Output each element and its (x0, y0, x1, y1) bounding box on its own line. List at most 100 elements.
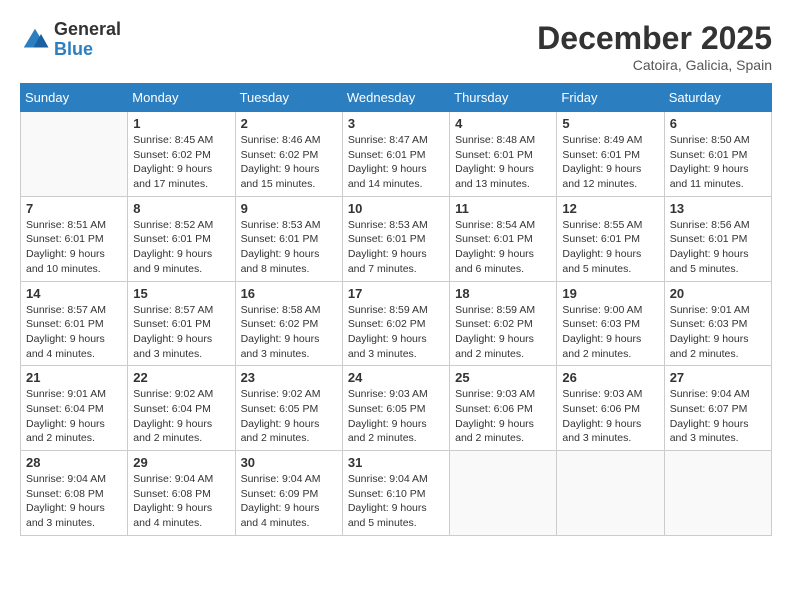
day-info: Sunrise: 9:04 AMSunset: 6:08 PMDaylight:… (26, 472, 122, 531)
calendar-week: 1 Sunrise: 8:45 AMSunset: 6:02 PMDaylight… (21, 112, 772, 197)
day-number: 7 (26, 201, 122, 216)
logo-text: General Blue (54, 20, 121, 60)
calendar-body: 1 Sunrise: 8:45 AMSunset: 6:02 PMDaylight… (21, 112, 772, 536)
title-section: December 2025 Catoira, Galicia, Spain (537, 20, 772, 73)
day-number: 12 (562, 201, 658, 216)
day-info: Sunrise: 9:02 AMSunset: 6:05 PMDaylight:… (241, 387, 337, 446)
calendar-cell: 1 Sunrise: 8:45 AMSunset: 6:02 PMDaylight… (128, 112, 235, 197)
weekday-header: Thursday (450, 84, 557, 112)
logo-general: General (54, 19, 121, 39)
day-number: 21 (26, 370, 122, 385)
day-info: Sunrise: 8:55 AMSunset: 6:01 PMDaylight:… (562, 218, 658, 277)
day-number: 2 (241, 116, 337, 131)
calendar-cell: 18Sunrise: 8:59 AMSunset: 6:02 PMDayligh… (450, 281, 557, 366)
day-info: Sunrise: 8:48 AMSunset: 6:01 PMDaylight:… (455, 133, 551, 192)
day-info: Sunrise: 8:53 AMSunset: 6:01 PMDaylight:… (348, 218, 444, 277)
day-number: 30 (241, 455, 337, 470)
calendar-cell: 28 Sunrise: 9:04 AMSunset: 6:08 PMDayligh… (21, 451, 128, 536)
day-number: 11 (455, 201, 551, 216)
day-info: Sunrise: 9:03 AMSunset: 6:06 PMDaylight:… (455, 387, 551, 446)
header: General Blue December 2025 Catoira, Gali… (20, 20, 772, 73)
calendar-cell: 16Sunrise: 8:58 AMSunset: 6:02 PMDayligh… (235, 281, 342, 366)
day-info: Sunrise: 9:03 AMSunset: 6:06 PMDaylight:… (562, 387, 658, 446)
calendar-header: SundayMondayTuesdayWednesdayThursdayFrid… (21, 84, 772, 112)
logo: General Blue (20, 20, 121, 60)
day-info: Sunrise: 8:45 AMSunset: 6:02 PMDaylight:… (133, 133, 229, 192)
day-info: Sunrise: 8:46 AMSunset: 6:02 PMDaylight:… (241, 133, 337, 192)
day-info: Sunrise: 9:04 AMSunset: 6:10 PMDaylight:… (348, 472, 444, 531)
calendar-cell: 2 Sunrise: 8:46 AMSunset: 6:02 PMDaylight… (235, 112, 342, 197)
day-info: Sunrise: 8:56 AMSunset: 6:01 PMDaylight:… (670, 218, 766, 277)
calendar-cell: 26 Sunrise: 9:03 AMSunset: 6:06 PMDayligh… (557, 366, 664, 451)
day-number: 3 (348, 116, 444, 131)
day-number: 6 (670, 116, 766, 131)
calendar-cell: 19 Sunrise: 9:00 AMSunset: 6:03 PMDayligh… (557, 281, 664, 366)
calendar-cell: 9 Sunrise: 8:53 AMSunset: 6:01 PMDaylight… (235, 196, 342, 281)
day-number: 27 (670, 370, 766, 385)
calendar-cell (450, 451, 557, 536)
calendar-cell (664, 451, 771, 536)
day-number: 9 (241, 201, 337, 216)
calendar-week: 28 Sunrise: 9:04 AMSunset: 6:08 PMDayligh… (21, 451, 772, 536)
calendar-cell (21, 112, 128, 197)
day-info: Sunrise: 9:02 AMSunset: 6:04 PMDaylight:… (133, 387, 229, 446)
calendar-cell: 4 Sunrise: 8:48 AMSunset: 6:01 PMDaylight… (450, 112, 557, 197)
day-number: 31 (348, 455, 444, 470)
day-info: Sunrise: 8:57 AMSunset: 6:01 PMDaylight:… (133, 303, 229, 362)
day-number: 14 (26, 286, 122, 301)
calendar-week: 14 Sunrise: 8:57 AMSunset: 6:01 PMDayligh… (21, 281, 772, 366)
day-info: Sunrise: 9:00 AMSunset: 6:03 PMDaylight:… (562, 303, 658, 362)
day-number: 4 (455, 116, 551, 131)
day-info: Sunrise: 9:04 AMSunset: 6:07 PMDaylight:… (670, 387, 766, 446)
day-info: Sunrise: 8:50 AMSunset: 6:01 PMDaylight:… (670, 133, 766, 192)
calendar-cell: 11Sunrise: 8:54 AMSunset: 6:01 PMDayligh… (450, 196, 557, 281)
day-number: 23 (241, 370, 337, 385)
calendar-cell: 23 Sunrise: 9:02 AMSunset: 6:05 PMDayligh… (235, 366, 342, 451)
calendar-cell: 8 Sunrise: 8:52 AMSunset: 6:01 PMDaylight… (128, 196, 235, 281)
calendar-cell: 3 Sunrise: 8:47 AMSunset: 6:01 PMDaylight… (342, 112, 449, 197)
calendar-cell: 31 Sunrise: 9:04 AMSunset: 6:10 PMDayligh… (342, 451, 449, 536)
calendar-cell: 5Sunrise: 8:49 AMSunset: 6:01 PMDaylight… (557, 112, 664, 197)
calendar-cell: 21Sunrise: 9:01 AMSunset: 6:04 PMDayligh… (21, 366, 128, 451)
calendar-cell: 17 Sunrise: 8:59 AMSunset: 6:02 PMDayligh… (342, 281, 449, 366)
day-number: 8 (133, 201, 229, 216)
weekday-header: Tuesday (235, 84, 342, 112)
day-number: 5 (562, 116, 658, 131)
day-info: Sunrise: 8:52 AMSunset: 6:01 PMDaylight:… (133, 218, 229, 277)
calendar-cell: 22Sunrise: 9:02 AMSunset: 6:04 PMDayligh… (128, 366, 235, 451)
calendar-week: 7 Sunrise: 8:51 AMSunset: 6:01 PMDaylight… (21, 196, 772, 281)
location: Catoira, Galicia, Spain (537, 57, 772, 73)
day-number: 18 (455, 286, 551, 301)
calendar-cell: 13Sunrise: 8:56 AMSunset: 6:01 PMDayligh… (664, 196, 771, 281)
calendar-cell: 29Sunrise: 9:04 AMSunset: 6:08 PMDayligh… (128, 451, 235, 536)
calendar-cell: 7 Sunrise: 8:51 AMSunset: 6:01 PMDaylight… (21, 196, 128, 281)
day-info: Sunrise: 9:04 AMSunset: 6:08 PMDaylight:… (133, 472, 229, 531)
logo-blue: Blue (54, 39, 93, 59)
day-info: Sunrise: 8:59 AMSunset: 6:02 PMDaylight:… (348, 303, 444, 362)
calendar-cell: 10Sunrise: 8:53 AMSunset: 6:01 PMDayligh… (342, 196, 449, 281)
calendar-cell: 30Sunrise: 9:04 AMSunset: 6:09 PMDayligh… (235, 451, 342, 536)
day-number: 20 (670, 286, 766, 301)
month-year: December 2025 (537, 20, 772, 57)
calendar-cell (557, 451, 664, 536)
weekday-header: Saturday (664, 84, 771, 112)
day-number: 28 (26, 455, 122, 470)
logo-icon (20, 25, 50, 55)
weekday-header: Friday (557, 84, 664, 112)
day-number: 25 (455, 370, 551, 385)
calendar-week: 21Sunrise: 9:01 AMSunset: 6:04 PMDayligh… (21, 366, 772, 451)
calendar: SundayMondayTuesdayWednesdayThursdayFrid… (20, 83, 772, 536)
day-info: Sunrise: 8:58 AMSunset: 6:02 PMDaylight:… (241, 303, 337, 362)
day-number: 15 (133, 286, 229, 301)
day-info: Sunrise: 8:47 AMSunset: 6:01 PMDaylight:… (348, 133, 444, 192)
day-info: Sunrise: 8:51 AMSunset: 6:01 PMDaylight:… (26, 218, 122, 277)
weekday-header: Sunday (21, 84, 128, 112)
day-number: 19 (562, 286, 658, 301)
day-number: 1 (133, 116, 229, 131)
day-number: 17 (348, 286, 444, 301)
day-info: Sunrise: 8:53 AMSunset: 6:01 PMDaylight:… (241, 218, 337, 277)
day-info: Sunrise: 9:01 AMSunset: 6:03 PMDaylight:… (670, 303, 766, 362)
day-number: 26 (562, 370, 658, 385)
weekday-header: Monday (128, 84, 235, 112)
calendar-cell: 14Sunrise: 8:57 AMSunset: 6:01 PMDayligh… (21, 281, 128, 366)
